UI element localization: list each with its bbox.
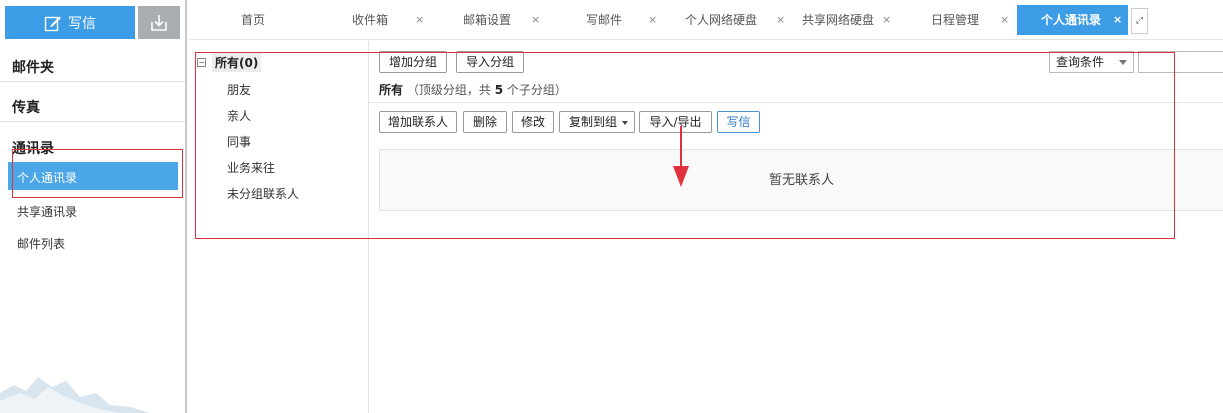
add-contact-button[interactable]: 增加联系人 (379, 111, 457, 133)
query-condition-value: 查询条件 (1056, 55, 1105, 69)
tab-inbox[interactable]: 收件箱 × (331, 5, 431, 35)
mountain-decoration (0, 377, 150, 413)
chevron-down-icon (622, 121, 628, 125)
sidebar-item-shared-contacts[interactable]: 共享通讯录 (8, 196, 178, 224)
tree-item-family[interactable]: 亲人 (227, 107, 251, 124)
tab-shared-disk[interactable]: 共享网络硬盘 × (794, 5, 904, 35)
add-group-button[interactable]: 增加分组 (379, 51, 447, 73)
copy-to-group-label: 复制到组 (568, 115, 617, 129)
empty-contacts-message: 暂无联系人 (379, 149, 1223, 211)
sidebar: 写信 邮件夹 传真 通讯录 个人通讯录 共享通讯录 邮件列表 (0, 0, 187, 413)
tab-label: 收件箱 (352, 13, 389, 27)
tab-personal-disk[interactable]: 个人网络硬盘 × (677, 5, 792, 35)
tree-root[interactable]: − 所有(0) (197, 53, 262, 72)
tab-label: 首页 (241, 13, 266, 27)
tree-item-business[interactable]: 业务来往 (227, 159, 275, 176)
tab-label: 共享网络硬盘 (802, 13, 875, 27)
import-group-button[interactable]: 导入分组 (456, 51, 524, 73)
divider (369, 102, 1223, 103)
expand-icon[interactable]: ⤢ (1131, 8, 1148, 34)
tab-home[interactable]: 首页 (189, 5, 319, 35)
query-condition-select[interactable]: 查询条件 (1049, 51, 1134, 73)
chevron-down-icon (1119, 60, 1127, 65)
tree-item-ungrouped[interactable]: 未分组联系人 (227, 185, 299, 202)
sidebar-section-contacts[interactable]: 通讯录 (0, 123, 185, 163)
group-detail-suffix: 个子分组） (506, 83, 567, 97)
close-icon[interactable]: × (531, 5, 540, 35)
sidebar-section-mail-folders[interactable]: 邮件夹 (0, 42, 185, 82)
query-input[interactable] (1138, 51, 1223, 73)
close-icon[interactable]: × (415, 5, 424, 35)
close-icon[interactable]: × (882, 5, 891, 35)
sidebar-item-mailing-list[interactable]: 邮件列表 (8, 228, 178, 256)
download-button[interactable] (138, 6, 180, 39)
group-name: 所有 (379, 83, 404, 97)
group-info: 所有 （顶级分组，共 5 个子分组） (379, 81, 567, 98)
sidebar-item-personal-contacts[interactable]: 个人通讯录 (8, 162, 178, 190)
write-mail-button[interactable]: 写信 (717, 111, 760, 133)
group-detail-prefix: （顶级分组，共 (406, 83, 491, 97)
tab-mailbox-settings[interactable]: 邮箱设置 × (447, 5, 547, 35)
tree-item-colleagues[interactable]: 同事 (227, 133, 251, 150)
tab-personal-contacts[interactable]: 个人通讯录 × (1017, 5, 1128, 35)
close-icon[interactable]: × (648, 5, 657, 35)
tab-label: 个人通讯录 (1041, 13, 1102, 27)
sidebar-section-fax[interactable]: 传真 (0, 82, 185, 122)
tab-label: 写邮件 (586, 13, 623, 27)
download-icon (151, 14, 167, 31)
close-icon[interactable]: × (776, 5, 785, 35)
close-icon[interactable]: × (1000, 5, 1009, 35)
compose-label: 写信 (68, 15, 96, 32)
tab-label: 日程管理 (931, 13, 980, 27)
close-icon[interactable]: × (1113, 5, 1122, 35)
tab-schedule[interactable]: 日程管理 × (919, 5, 1019, 35)
compose-button[interactable]: 写信 (5, 6, 135, 39)
delete-button[interactable]: 删除 (463, 111, 507, 133)
compose-icon (44, 16, 61, 31)
tree-root-label[interactable]: 所有(0) (212, 53, 262, 72)
tree-item-friends[interactable]: 朋友 (227, 81, 251, 98)
edit-button[interactable]: 修改 (512, 111, 554, 133)
collapse-icon[interactable]: − (197, 58, 206, 67)
group-tree: − 所有(0) 朋友 亲人 同事 业务来往 未分组联系人 (189, 41, 369, 413)
annotation-arrow (673, 126, 689, 187)
tab-label: 邮箱设置 (463, 13, 512, 27)
tab-bar: 首页 收件箱 × 邮箱设置 × 写邮件 × 个人网络硬盘 × 共享网络硬盘 × … (189, 0, 1223, 40)
copy-to-group-button[interactable]: 复制到组 (559, 111, 635, 133)
tab-compose[interactable]: 写邮件 × (565, 5, 665, 35)
tab-label: 个人网络硬盘 (685, 13, 758, 27)
group-count: 5 (494, 83, 504, 97)
